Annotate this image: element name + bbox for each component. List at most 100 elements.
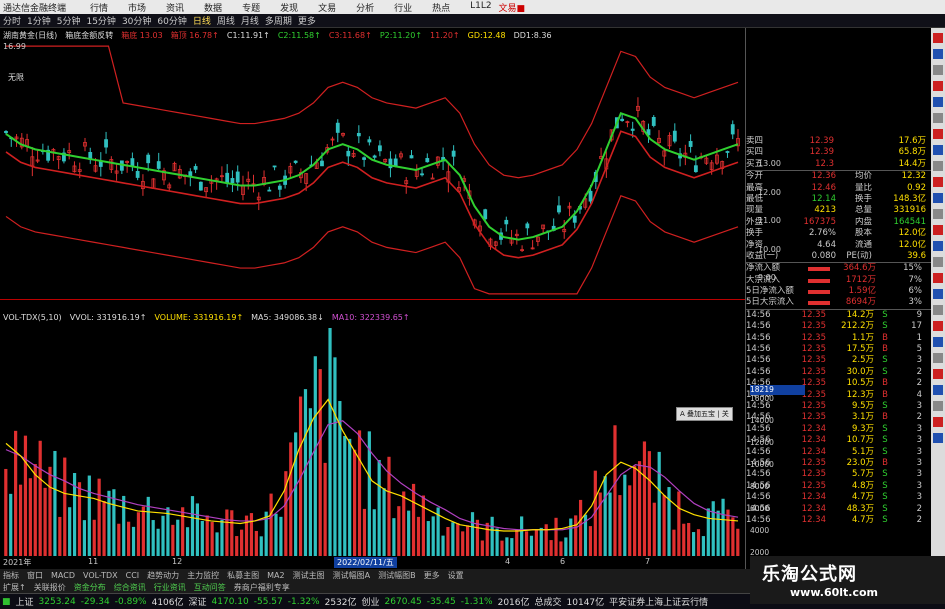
tick-count: 2 (916, 503, 922, 514)
sidebar-icon[interactable] (933, 65, 943, 75)
period-button[interactable]: 1分钟 (27, 14, 51, 27)
sidebar-icon[interactable] (933, 145, 943, 155)
menu-item[interactable]: 资讯 (166, 1, 184, 14)
menu-item[interactable]: 分析 (356, 1, 374, 14)
period-button[interactable]: 30分钟 (122, 14, 151, 27)
sidebar-icon[interactable] (933, 305, 943, 315)
extension-tab[interactable]: 扩展↑ (3, 582, 26, 593)
candle-body (4, 130, 8, 134)
tick-row[interactable]: 14:56 12.35 1.1万 B 1 (746, 333, 932, 344)
right-sidebar (931, 28, 945, 569)
indicator-tab[interactable]: 测试幅图B (378, 570, 416, 581)
volume-bar (721, 498, 725, 556)
period-button-active[interactable]: 日线 (193, 14, 211, 27)
extension-tab[interactable]: 券商户福利专享 (234, 582, 290, 593)
indicator-tab[interactable]: 趋势动力 (147, 570, 179, 581)
indicator-tab[interactable]: 测试幅图A (333, 570, 370, 581)
sidebar-icon[interactable] (933, 337, 943, 347)
price-chart[interactable] (0, 41, 745, 299)
sidebar-icon[interactable] (933, 97, 943, 107)
indicator-tab[interactable]: 测试主图 (293, 570, 325, 581)
period-button[interactable]: 分时 (3, 14, 21, 27)
sidebar-icon[interactable] (933, 49, 943, 59)
overlay-tip[interactable]: A 叠加五宝 | 关 (676, 407, 733, 421)
menu-item[interactable]: 行情 (90, 1, 108, 14)
menu-item[interactable]: 发现 (280, 1, 298, 14)
sidebar-icon[interactable] (933, 193, 943, 203)
tick-row[interactable]: 14:56 12.35 17.5万 B 5 (746, 344, 932, 355)
sidebar-icon[interactable] (933, 289, 943, 299)
sidebar-icon[interactable] (933, 321, 943, 331)
period-button[interactable]: 月线 (241, 14, 259, 27)
indicator-tab[interactable]: 指标 (3, 570, 19, 581)
tick-row[interactable]: 14:56 12.35 212.2万 S 17 (746, 321, 932, 332)
sidebar-icon[interactable] (933, 161, 943, 171)
volume-bar (294, 432, 298, 556)
tick-row[interactable]: 14:56 12.35 30.0万 S 2 (746, 367, 932, 378)
sidebar-icon[interactable] (933, 241, 943, 251)
sidebar-icon[interactable] (933, 257, 943, 267)
volume-bar (195, 503, 199, 556)
extension-tab[interactable]: 互动问答 (194, 582, 226, 593)
period-button[interactable]: 60分钟 (157, 14, 186, 27)
menu-item[interactable]: 专题 (242, 1, 260, 14)
stat-value: 164541 (893, 216, 926, 227)
sidebar-icon[interactable] (933, 369, 943, 379)
extension-tab[interactable]: 资金分布 (74, 582, 106, 593)
period-button[interactable]: 15分钟 (86, 14, 115, 27)
volume-chart[interactable] (0, 323, 745, 556)
indicator-name[interactable]: 箱底金额反转 (65, 30, 113, 41)
indicator-tab[interactable]: 更多 (424, 570, 440, 581)
volume-bar (200, 520, 204, 556)
tick-side: S (882, 503, 888, 514)
menu-item[interactable]: 文易 (318, 1, 336, 14)
stat-label: 均价 (854, 171, 872, 182)
tick-price: 12.35 (801, 344, 826, 355)
stat-label: 内盘 (854, 216, 872, 227)
sidebar-icon[interactable] (933, 273, 943, 283)
sidebar-icon[interactable] (933, 209, 943, 219)
sidebar-icon[interactable] (933, 225, 943, 235)
indicator-tab[interactable]: VOL-TDX (83, 571, 118, 580)
menu-item[interactable]: 数据 (204, 1, 222, 14)
candle-body (156, 161, 161, 169)
period-button[interactable]: 周线 (217, 14, 235, 27)
sidebar-icon[interactable] (933, 353, 943, 363)
period-button[interactable]: 5分钟 (57, 14, 81, 27)
menu-item[interactable]: 热点 (432, 1, 450, 14)
sidebar-icon[interactable] (933, 385, 943, 395)
tick-row[interactable]: 14:56 12.35 2.5万 S 3 (746, 355, 932, 366)
sidebar-icon[interactable] (933, 33, 943, 43)
extension-tab[interactable]: 综合资讯 (114, 582, 146, 593)
tick-side: B (882, 344, 888, 355)
sidebar-icon[interactable] (933, 81, 943, 91)
volume-bar (515, 529, 519, 556)
volume-bar (402, 491, 406, 556)
extension-tab[interactable]: 关联报价 (34, 582, 66, 593)
sidebar-icon[interactable] (933, 113, 943, 123)
indicator-tab[interactable]: 窗口 (27, 570, 43, 581)
tick-row[interactable]: 14:56 12.35 14.2万 S 9 (746, 310, 932, 321)
indicator-tab[interactable]: MA2 (267, 571, 284, 580)
sidebar-icon[interactable] (933, 401, 943, 411)
indicator-tab[interactable]: 私募主图 (227, 570, 259, 581)
indicator-tab[interactable]: 主力监控 (187, 570, 219, 581)
sidebar-icon[interactable] (933, 433, 943, 443)
candle-body (193, 166, 198, 170)
menu-item[interactable]: L1L2 (470, 1, 491, 14)
volume-bar (151, 520, 155, 556)
volume-indicator-name[interactable]: VOL-TDX(5,10) (3, 313, 62, 322)
menu-item[interactable]: 市场 (128, 1, 146, 14)
sidebar-icon[interactable] (933, 417, 943, 427)
period-button[interactable]: 多周期 (265, 14, 292, 27)
volume-bar (58, 516, 62, 556)
sidebar-icon[interactable] (933, 177, 943, 187)
period-button[interactable]: 更多 (298, 14, 316, 27)
menu-item[interactable]: 行业 (394, 1, 412, 14)
indicator-tab[interactable]: CCI (126, 571, 140, 580)
sidebar-icon[interactable] (933, 129, 943, 139)
flow-label: 5日大宗流入 (746, 297, 794, 308)
indicator-tab[interactable]: 设置 (448, 570, 464, 581)
indicator-tab[interactable]: MACD (51, 571, 75, 580)
extension-tab[interactable]: 行业资讯 (154, 582, 186, 593)
